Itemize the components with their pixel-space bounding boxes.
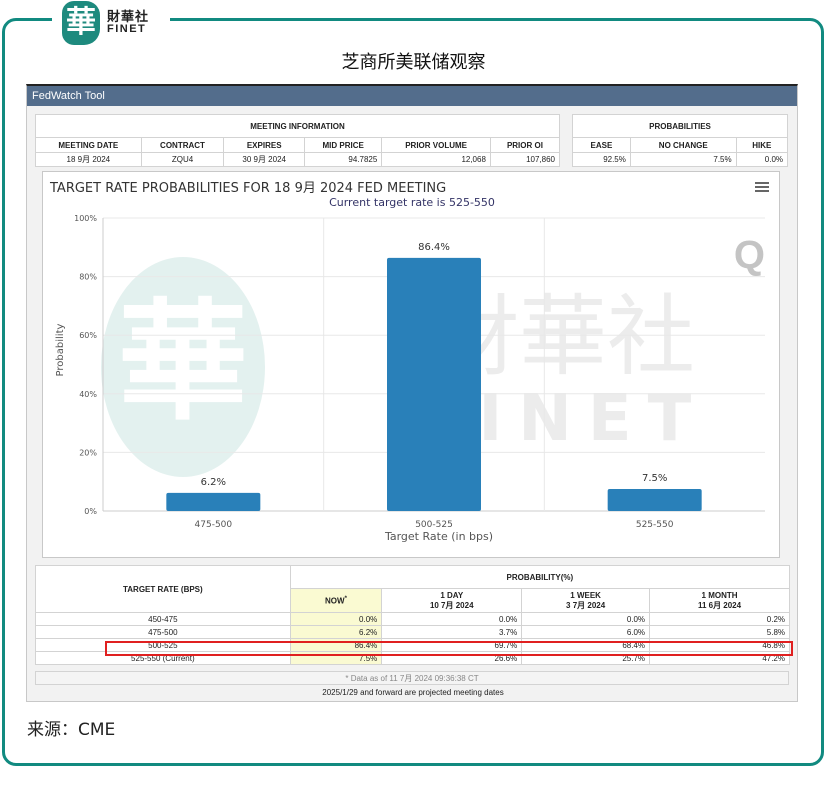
watermark-emblem-glyph: 華 <box>118 285 248 438</box>
table-row: 450-475 0.0% 0.0% 0.0% 0.2% <box>35 612 790 626</box>
probability-cell: 0.0% <box>289 612 383 626</box>
target-rate-cell: 525-550 (Current) <box>35 651 291 665</box>
target-rate-cell: 450-475 <box>35 612 291 626</box>
probability-table: TARGET RATE (BPS) PROBABILITY(%) NOW* 1 … <box>35 565 791 665</box>
data-label: 7.5% <box>642 473 667 484</box>
contract-value: ZQU4 <box>140 152 225 167</box>
expires-value: 30 9月 2024 <box>223 152 306 167</box>
probability-cell: 0.2% <box>649 612 790 626</box>
meeting-info-table: MEETING INFORMATION MEETING DATE CONTRAC… <box>35 114 561 167</box>
x-tick-label: 500-525 <box>415 520 453 530</box>
col-prior-oi: PRIOR OI <box>489 137 561 153</box>
probability-cell: 26.6% <box>381 651 523 665</box>
fedwatch-tool-panel: FedWatch Tool MEETING INFORMATION MEETIN… <box>26 84 798 702</box>
bar-475-500 <box>166 492 261 511</box>
brand-name-cn: 財華社 <box>107 10 150 25</box>
prior-oi-value: 107,860 <box>489 152 561 167</box>
no-change-value: 7.5% <box>629 152 737 167</box>
tool-title: FedWatch Tool <box>27 86 797 106</box>
data-timestamp-note: * Data as of 11 7月 2024 09:36:38 CT <box>35 671 789 685</box>
prior-volume-value: 12,068 <box>381 152 491 167</box>
probabilities-table: PROBABILITIES EASE NO CHANGE HIKE 92.5% … <box>572 114 789 167</box>
y-tick-label: 80% <box>79 273 97 282</box>
table-row: 475-500 6.2% 3.7% 6.0% 5.8% <box>35 625 790 639</box>
data-label: 86.4% <box>418 242 450 253</box>
y-axis-label: Probability <box>55 323 66 376</box>
table-row: 500-525 86.4% 69.7% 68.4% 46.8% <box>35 638 790 652</box>
probability-cell: 69.7% <box>381 638 523 652</box>
probabilities-header: PROBABILITIES <box>572 114 788 138</box>
probability-cell: 25.7% <box>521 651 651 665</box>
meeting-date-value: 18 9月 2024 <box>35 152 142 167</box>
ease-value: 92.5% <box>572 152 631 167</box>
probability-cell: 86.4% <box>289 638 383 652</box>
col-1-day: 1 DAY 10 7月 2024 <box>381 588 523 613</box>
col-1-week: 1 WEEK 3 7月 2024 <box>521 588 651 613</box>
y-tick-label: 60% <box>79 331 97 340</box>
projection-note: 2025/1/29 and forward are projected meet… <box>322 688 504 697</box>
brand-name-en: FINET <box>107 23 147 35</box>
col-target-rate: TARGET RATE (BPS) <box>35 565 291 613</box>
col-hike: HIKE <box>735 137 789 153</box>
page-title: 芝商所美联储观察 <box>341 52 486 73</box>
probability-cell: 6.2% <box>289 625 383 639</box>
y-tick-label: 40% <box>79 390 97 399</box>
x-tick-label: 525-550 <box>636 520 674 530</box>
target-rate-cell: 475-500 <box>35 625 291 639</box>
brand-name: 財華社 FINET <box>107 10 150 35</box>
col-mid-price: MID PRICE <box>304 137 383 153</box>
probability-cell: 46.8% <box>649 638 790 652</box>
target-rate-chart: TARGET RATE PROBABILITIES FOR 18 9月 2024… <box>42 171 780 558</box>
probability-cell: 6.0% <box>521 625 651 639</box>
y-tick-label: 100% <box>74 214 97 223</box>
col-1-month: 1 MONTH 11 6月 2024 <box>649 588 790 613</box>
x-axis-label: Target Rate (in bps) <box>384 530 493 543</box>
y-tick-label: 20% <box>79 448 97 457</box>
col-prior-volume: PRIOR VOLUME <box>381 137 491 153</box>
y-tick-label: 0% <box>84 507 97 516</box>
x-tick-label: 475-500 <box>195 520 233 530</box>
probability-cell: 3.7% <box>381 625 523 639</box>
probability-group-header: PROBABILITY(%) <box>289 565 791 589</box>
hike-value: 0.0% <box>735 152 789 167</box>
mid-price-value: 94.7825 <box>304 152 383 167</box>
data-label: 6.2% <box>201 477 226 488</box>
q-logo-icon: Q <box>734 233 765 277</box>
probability-cell: 5.8% <box>649 625 790 639</box>
col-expires: EXPIRES <box>223 137 306 153</box>
probability-cell: 0.0% <box>521 612 651 626</box>
probability-cell: 68.4% <box>521 638 651 652</box>
chart-plot: 華 財華社 FINET 0%20%40%60%80%100%6.2%475-50… <box>55 214 765 543</box>
probability-cell: 7.5% <box>289 651 383 665</box>
probability-cell: 47.2% <box>649 651 790 665</box>
probability-cell: 0.0% <box>381 612 523 626</box>
col-meeting-date: MEETING DATE <box>35 137 142 153</box>
col-contract: CONTRACT <box>140 137 225 153</box>
col-no-change: NO CHANGE <box>629 137 737 153</box>
target-rate-cell: 500-525 <box>35 638 291 652</box>
col-ease: EASE <box>572 137 631 153</box>
finet-logo-icon: 華 <box>62 1 100 45</box>
bar-500-525 <box>387 257 481 511</box>
col-now: NOW* <box>289 588 383 613</box>
bar-525-550 <box>607 489 702 511</box>
meeting-info-header: MEETING INFORMATION <box>35 114 560 138</box>
table-row: 525-550 (Current) 7.5% 26.6% 25.7% 47.2% <box>35 651 790 665</box>
source-label: 来源：CME <box>27 720 116 740</box>
